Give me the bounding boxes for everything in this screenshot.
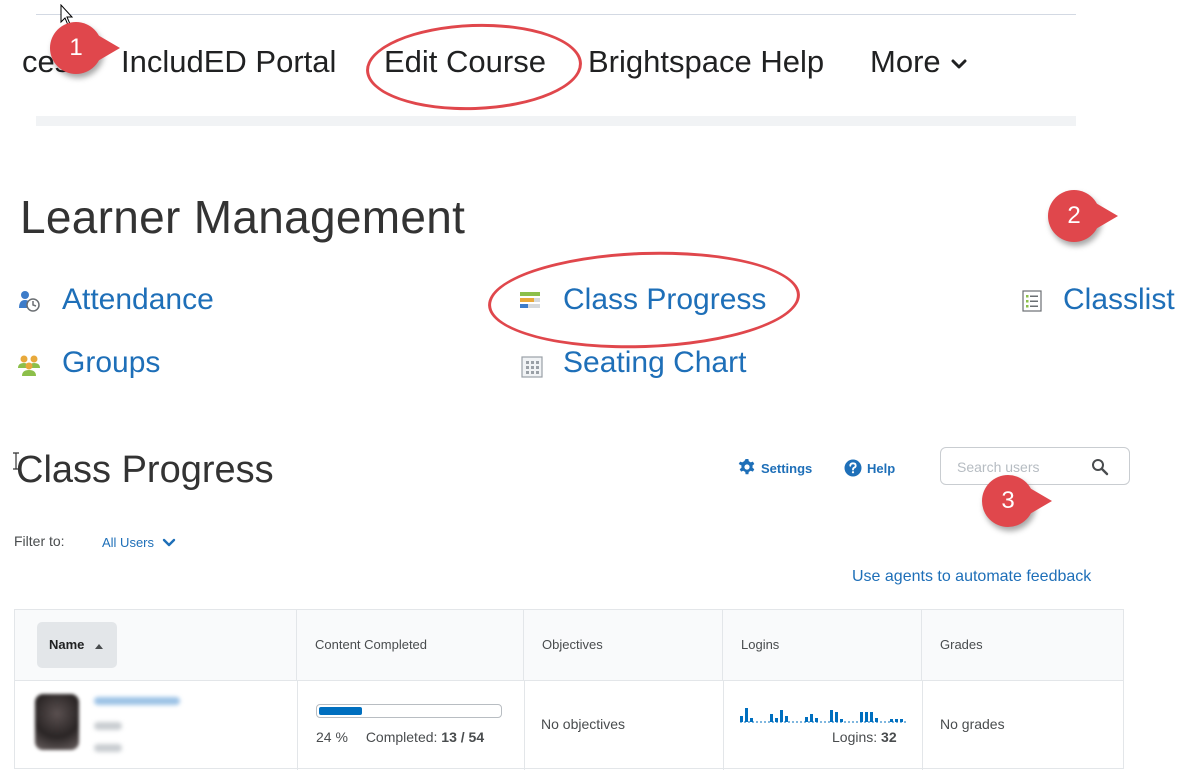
filter-dropdown[interactable]: All Users bbox=[102, 535, 176, 550]
class-progress-title: Class Progress bbox=[16, 449, 274, 491]
progress-table: Name Content Completed Objectives Logins… bbox=[14, 609, 1124, 770]
student-name-link[interactable] bbox=[94, 697, 180, 705]
sort-ascending-icon bbox=[95, 643, 104, 649]
progress-percent: 24 % bbox=[316, 729, 348, 745]
logins-value: 32 bbox=[881, 729, 897, 745]
use-agents-link[interactable]: Use agents to automate feedback bbox=[852, 568, 1091, 586]
chevron-down-icon bbox=[951, 59, 967, 69]
classlist-link[interactable]: Classlist bbox=[1063, 282, 1175, 318]
attendance-icon bbox=[19, 291, 40, 312]
logins-sparkline-icon[interactable] bbox=[740, 697, 910, 723]
help-button[interactable]: Help bbox=[844, 459, 895, 477]
nav-item-included-portal[interactable]: IncludED Portal bbox=[121, 42, 336, 82]
objectives-cell: No objectives bbox=[541, 716, 626, 732]
name-header-label: Name bbox=[49, 637, 85, 652]
classlist-icon bbox=[1022, 290, 1042, 312]
search-icon[interactable] bbox=[1091, 458, 1109, 476]
seating-chart-icon bbox=[521, 356, 543, 378]
column-header-grades[interactable]: Grades bbox=[922, 610, 1125, 680]
sparkline-bar bbox=[770, 714, 773, 722]
sparkline-bar bbox=[875, 718, 878, 722]
sparkline-bar bbox=[740, 716, 743, 722]
annotation-oval-edit-course bbox=[364, 20, 584, 114]
annotation-oval-class-progress bbox=[486, 246, 802, 354]
settings-label: Settings bbox=[761, 460, 813, 476]
gear-icon bbox=[738, 459, 755, 475]
sparkline-bar bbox=[775, 718, 778, 722]
annotation-badge-2: 2 bbox=[1048, 190, 1118, 242]
sparkline-bar bbox=[815, 718, 818, 722]
groups-icon bbox=[18, 355, 40, 376]
col-divider bbox=[524, 680, 525, 770]
col-divider bbox=[297, 680, 298, 770]
sparkline-bar bbox=[750, 718, 753, 722]
student-id-line bbox=[94, 722, 122, 730]
chevron-down-icon bbox=[162, 538, 176, 546]
content-progress-text: 24 % Completed: 13 / 54 bbox=[316, 729, 484, 745]
seating-chart-link[interactable]: Seating Chart bbox=[563, 345, 746, 381]
help-icon bbox=[844, 459, 862, 477]
table-header: Name Content Completed Objectives Logins… bbox=[15, 610, 1123, 681]
annotation-badge-1: 1 bbox=[50, 22, 120, 74]
sparkline-bar bbox=[780, 710, 783, 722]
completed-label: Completed: bbox=[365, 729, 438, 745]
completed-value: 13 / 54 bbox=[441, 729, 485, 745]
sparkline-bar bbox=[830, 710, 833, 722]
annotation-badge-3: 3 bbox=[982, 475, 1052, 527]
student-role-line bbox=[94, 744, 122, 752]
logins-count: Logins: 32 bbox=[832, 729, 897, 745]
search-users-box[interactable] bbox=[940, 447, 1130, 485]
grades-cell: No grades bbox=[940, 716, 1005, 732]
search-users-input[interactable] bbox=[955, 458, 1079, 476]
filter-label: Filter to: bbox=[14, 533, 65, 549]
sort-name-button[interactable]: Name bbox=[37, 622, 117, 668]
sparkline-bar bbox=[835, 712, 838, 722]
sparkline-bar bbox=[805, 717, 808, 722]
logins-label: Logins: bbox=[832, 729, 878, 745]
attendance-link[interactable]: Attendance bbox=[62, 282, 214, 318]
sparkline-bar bbox=[785, 716, 788, 722]
groups-link[interactable]: Groups bbox=[62, 345, 160, 381]
column-header-content-completed[interactable]: Content Completed bbox=[297, 610, 524, 680]
sparkline-bar bbox=[870, 712, 873, 722]
filter-value: All Users bbox=[102, 535, 155, 550]
nav-item-more[interactable]: More bbox=[870, 42, 967, 82]
help-label: Help bbox=[867, 460, 896, 476]
settings-button[interactable]: Settings bbox=[738, 459, 812, 477]
sparkline-bar bbox=[810, 714, 813, 722]
nav-top-border bbox=[36, 14, 1076, 15]
col-divider bbox=[723, 680, 724, 770]
sparkline-bar bbox=[860, 712, 863, 722]
sparkline-bar bbox=[865, 712, 868, 722]
nav-more-label: More bbox=[870, 44, 941, 79]
content-progress-bar[interactable] bbox=[316, 704, 502, 718]
content-progress-fill bbox=[319, 707, 362, 715]
nav-item-brightspace-help[interactable]: Brightspace Help bbox=[588, 42, 824, 82]
column-header-logins[interactable]: Logins bbox=[723, 610, 922, 680]
nav-bottom-band bbox=[36, 116, 1076, 126]
column-header-name: Name bbox=[15, 610, 297, 680]
sparkline-bar bbox=[745, 708, 748, 722]
avatar[interactable] bbox=[35, 694, 79, 750]
learner-management-title: Learner Management bbox=[20, 191, 466, 243]
col-divider bbox=[922, 680, 923, 770]
column-header-objectives[interactable]: Objectives bbox=[524, 610, 723, 680]
